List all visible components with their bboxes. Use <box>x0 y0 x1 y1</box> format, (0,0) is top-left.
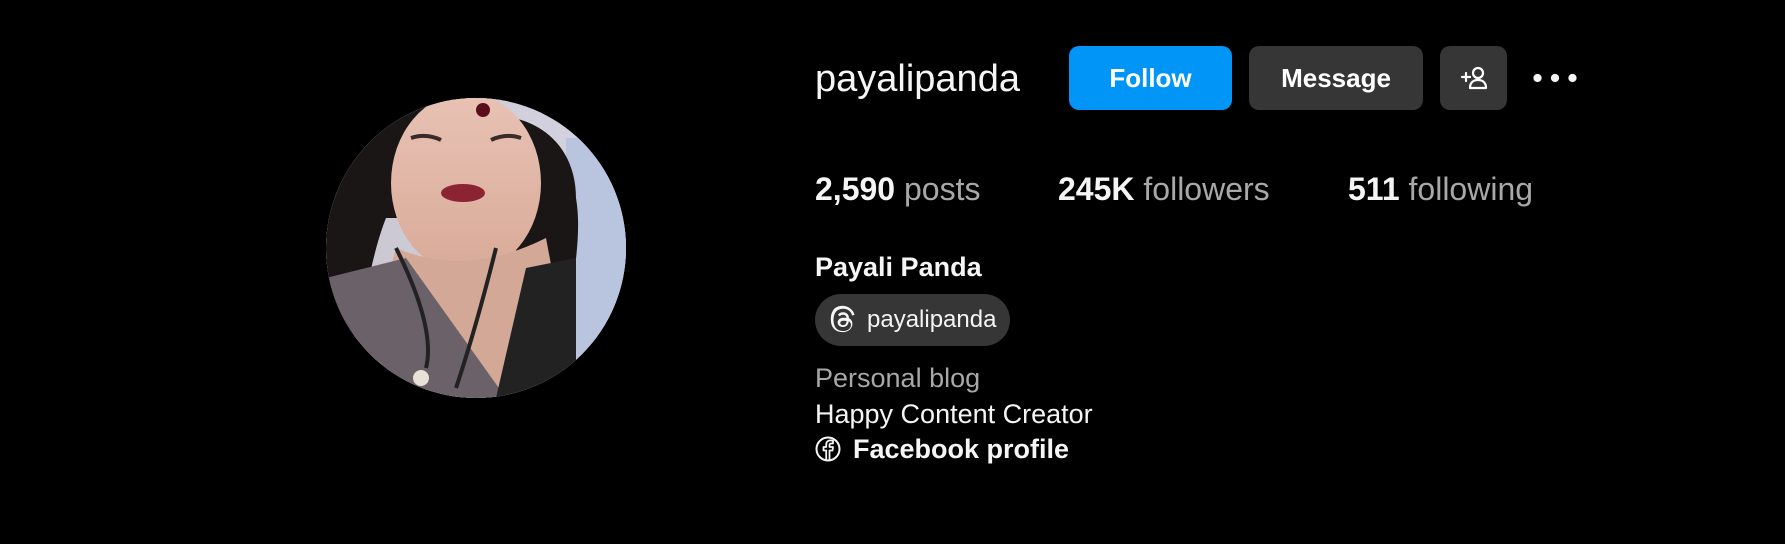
message-button[interactable]: Message <box>1249 46 1423 110</box>
profile-header: payalipanda Follow Message 2,590 posts 2… <box>0 0 1785 544</box>
following-stat[interactable]: 511 following <box>1348 168 1533 210</box>
follow-button[interactable]: Follow <box>1069 46 1232 110</box>
followers-stat[interactable]: 245K followers <box>1058 168 1270 210</box>
threads-badge-link[interactable]: payalipanda <box>815 294 1011 346</box>
profile-category: Personal blog <box>815 363 981 393</box>
facebook-icon <box>815 436 841 462</box>
followers-count: 245K <box>1058 171 1135 207</box>
threads-icon <box>830 305 855 333</box>
profile-avatar[interactable] <box>326 98 626 398</box>
more-options-icon <box>1533 73 1577 83</box>
profile-username: payalipanda <box>815 58 1020 100</box>
facebook-link-label: Facebook profile <box>853 434 1070 464</box>
add-person-icon <box>1460 66 1487 90</box>
threads-handle: payalipanda <box>867 306 997 333</box>
profile-full-name: Payali Panda <box>815 252 982 282</box>
suggested-accounts-button[interactable] <box>1440 46 1507 110</box>
avatar-photo <box>326 98 626 398</box>
following-count: 511 <box>1348 171 1400 207</box>
posts-count: 2,590 <box>815 171 896 207</box>
posts-count-stat: 2,590 posts <box>815 168 980 210</box>
posts-label: posts <box>903 171 981 207</box>
more-options-button[interactable] <box>1530 58 1580 98</box>
following-label: following <box>1408 171 1534 207</box>
facebook-profile-link[interactable]: Facebook profile <box>815 432 1069 466</box>
profile-bio: Happy Content Creator <box>815 399 1093 429</box>
followers-label: followers <box>1143 171 1270 207</box>
